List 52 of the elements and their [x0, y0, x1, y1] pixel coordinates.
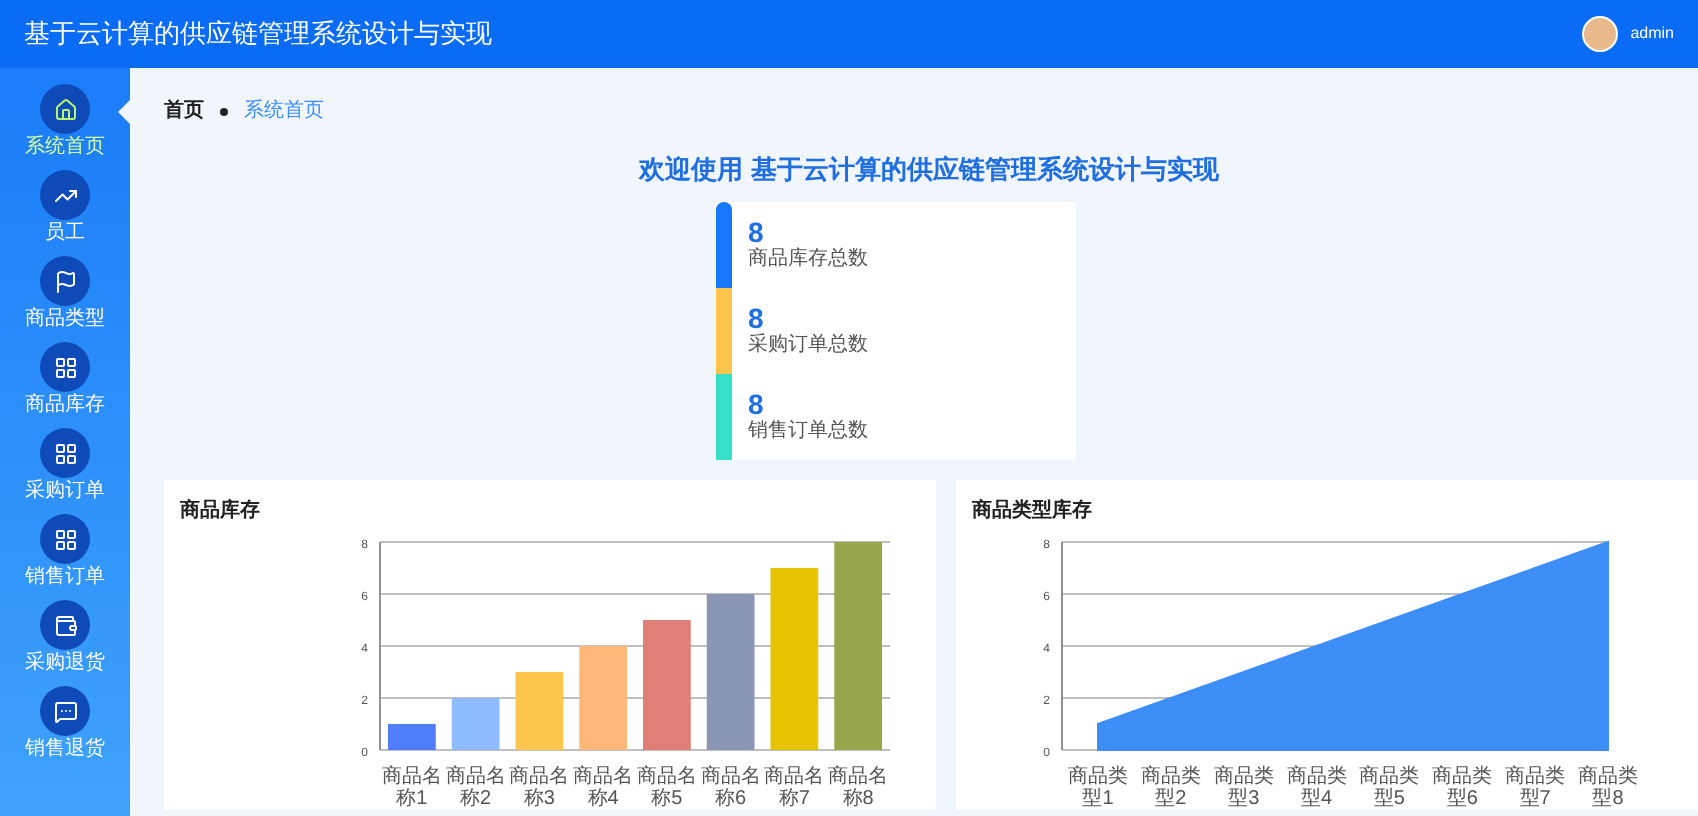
app-title: 基于云计算的供应链管理系统设计与实现	[24, 16, 492, 53]
x-tick-label: 商品类型3	[1211, 765, 1276, 809]
sidebar-item[interactable]: 销售订单	[0, 514, 130, 590]
stat-value: 8	[748, 216, 764, 248]
x-tick-label: 商品类型5	[1357, 765, 1422, 809]
bar	[451, 697, 500, 749]
stat-label: 商品库存总数	[748, 248, 868, 272]
x-tick-label: 商品类型1	[1066, 765, 1130, 809]
x-tick-label: 商品名称4	[571, 765, 636, 809]
bar	[643, 619, 691, 749]
sidebar-item[interactable]: 采购订单	[0, 428, 130, 504]
x-tick-label: 商品类型4	[1284, 765, 1349, 809]
x-tick-label: 商品类型2	[1138, 765, 1203, 809]
chat-bubble-icon	[53, 699, 77, 723]
x-tick-label: 商品名称1	[379, 765, 444, 809]
x-tick-label: 商品名称5	[634, 765, 699, 809]
bar	[388, 723, 436, 749]
sidebar-item[interactable]: 商品类型	[0, 256, 130, 332]
stat-value: 8	[748, 302, 764, 334]
sidebar-item[interactable]: 商品库存	[0, 342, 130, 418]
flag-icon	[53, 269, 77, 293]
wallet-icon	[53, 613, 77, 637]
bar	[579, 645, 627, 749]
x-tick-label: 商品类型8	[1576, 765, 1640, 809]
chart-title: 商品类型库存	[972, 496, 1094, 525]
sidebar-item[interactable]: 员工	[0, 170, 130, 246]
welcome-heading: 欢迎使用 基于云计算的供应链管理系统设计与实现	[636, 152, 1221, 188]
x-tick-label: 商品类型6	[1430, 765, 1495, 809]
x-tick-label: 商品名称3	[507, 765, 572, 809]
avatar-icon[interactable]	[1582, 16, 1619, 52]
stat-value: 8	[748, 388, 766, 420]
sidebar-item[interactable]: 采购退货	[0, 600, 130, 676]
breadcrumb-home[interactable]: 首页	[164, 96, 204, 126]
stat-label: 销售订单总数	[748, 420, 868, 444]
x-tick-label: 商品名称6	[698, 765, 763, 809]
bar	[515, 671, 564, 749]
stat-label: 采购订单总数	[748, 334, 868, 358]
x-tick-label: 商品类型7	[1503, 765, 1568, 809]
grid-icon	[53, 441, 77, 465]
home-icon	[53, 97, 77, 121]
sidebar-item[interactable]: 系统首页	[0, 84, 130, 160]
x-tick-label: 商品名称2	[443, 765, 508, 809]
grid-icon	[53, 355, 77, 379]
breadcrumb-separator-icon	[220, 107, 228, 115]
grid-icon	[53, 527, 77, 551]
x-tick-label: 商品名称7	[762, 765, 827, 809]
sidebar-item[interactable]: 销售退货	[0, 686, 130, 762]
breadcrumb-current: 系统首页	[244, 97, 324, 126]
x-tick-label: 商品名称8	[826, 765, 891, 809]
chart-title: 商品库存	[180, 496, 262, 525]
username[interactable]: admin	[1630, 22, 1674, 46]
active-pointer	[118, 100, 130, 124]
